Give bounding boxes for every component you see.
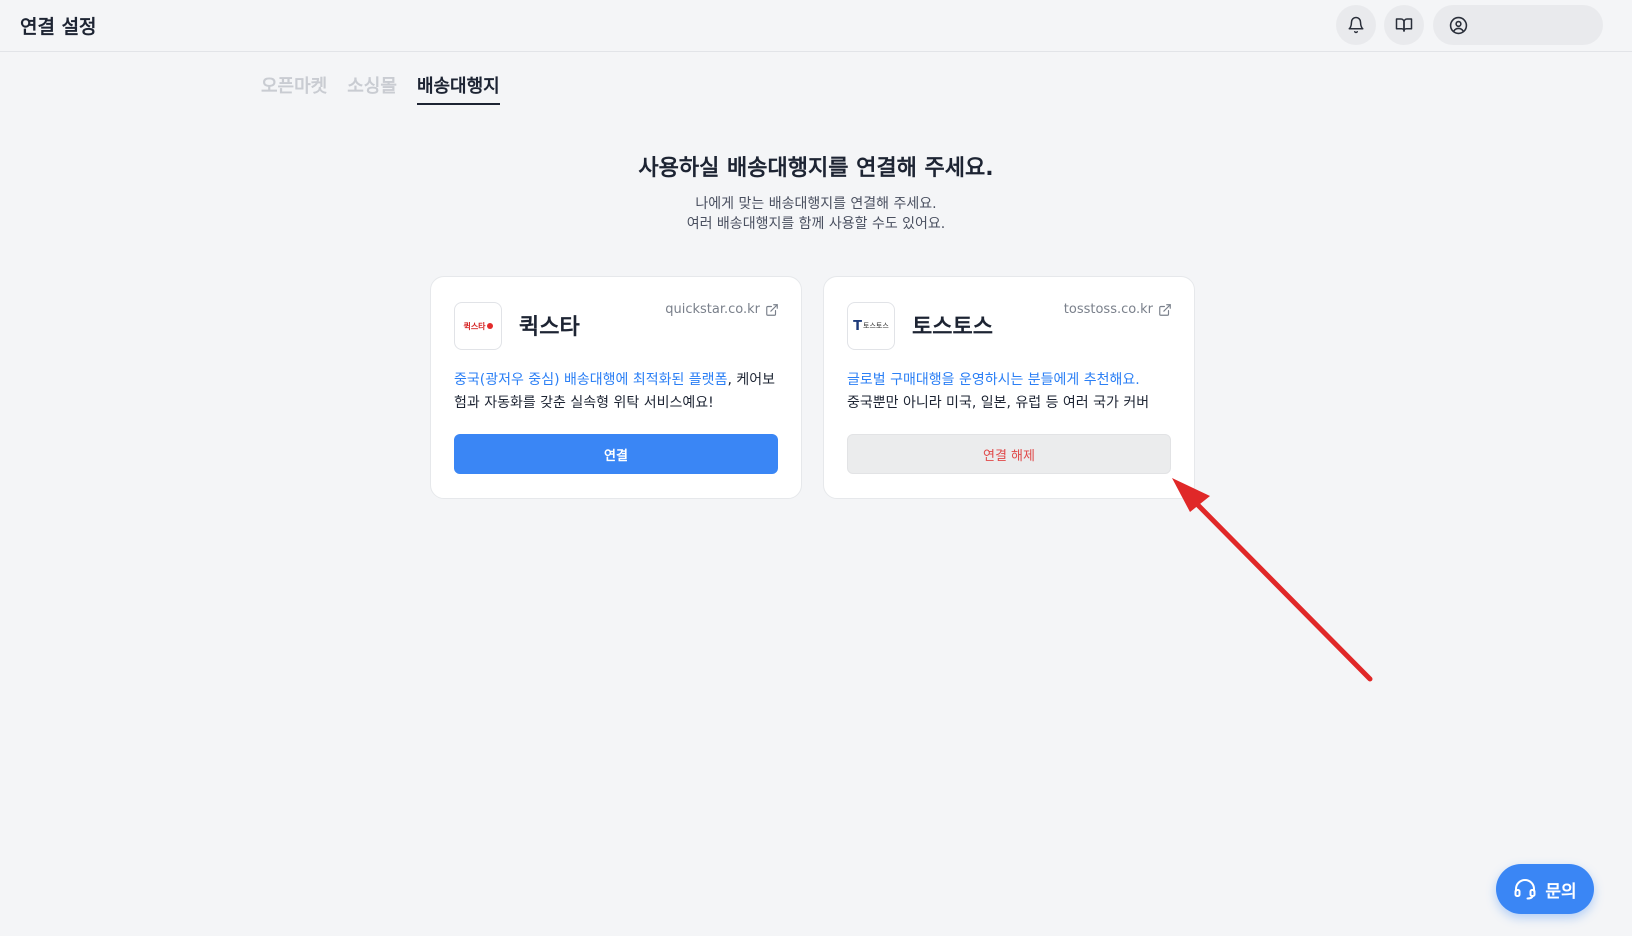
- headset-icon: [1514, 879, 1536, 900]
- notification-button[interactable]: [1336, 5, 1376, 45]
- description-highlight: 중국(광저우 중심) 배송대행에 최적화된 플랫폼: [454, 372, 728, 388]
- help-button-label: 문의: [1545, 881, 1577, 902]
- description-line-2: 여러 배송대행지를 함께 사용할 수도 있어요.: [686, 216, 946, 232]
- quickstar-logo-text: 퀵스타: [463, 321, 486, 331]
- description-highlight: 글로벌 구매대행을 운영하시는 분들에게 추천해요.: [847, 372, 1140, 388]
- tab-sourcing-mall[interactable]: 소싱몰: [347, 72, 397, 105]
- tosstoss-logo-text: 토스토스: [863, 322, 889, 330]
- external-link-icon: [766, 303, 778, 316]
- provider-url-text: tosstoss.co.kr: [1063, 302, 1153, 317]
- section-description: 나에게 맞는 배송대행지를 연결해 주세요. 여러 배송대행지를 함께 사용할 …: [0, 194, 1632, 234]
- bell-icon: [1348, 16, 1364, 34]
- provider-name: 토스토스: [912, 315, 993, 340]
- tab-open-market[interactable]: 오픈마켓: [261, 72, 327, 105]
- profile-menu-button[interactable]: [1433, 5, 1603, 45]
- page-title: 연결 설정: [20, 16, 97, 38]
- tab-shipping-agent[interactable]: 배송대행지: [416, 72, 500, 105]
- user-circle-icon: [1449, 16, 1468, 34]
- provider-description: 글로벌 구매대행을 운영하시는 분들에게 추천해요. 중국뿐만 아니라 미국, …: [847, 369, 1177, 415]
- provider-name: 퀵스타: [519, 315, 580, 340]
- annotation-arrow: [1172, 478, 1373, 682]
- top-bar: 연결 설정: [0, 0, 1632, 52]
- provider-url-text: quickstar.co.kr: [665, 302, 760, 317]
- logo-dot-icon: [486, 323, 493, 329]
- description-line-1: 나에게 맞는 배송대행지를 연결해 주세요.: [695, 196, 937, 212]
- provider-website-link[interactable]: tosstoss.co.kr: [1064, 302, 1172, 317]
- intro-section: 사용하실 배송대행지를 연결해 주세요. 나에게 맞는 배송대행지를 연결해 주…: [0, 150, 1632, 234]
- help-inquiry-button[interactable]: 문의: [1496, 864, 1594, 914]
- quickstar-logo: 퀵스타: [454, 302, 502, 350]
- description-rest: 중국뿐만 아니라 미국, 일본, 유럽 등 여러 국가 커버: [847, 395, 1150, 411]
- category-tabs: 오픈마켓 소싱몰 배송대행지: [261, 72, 500, 105]
- book-icon: [1395, 18, 1413, 32]
- provider-card-quickstar: 퀵스타 퀵스타 quickstar.co.kr 중국(광저우 중심) 배송대행에…: [430, 276, 802, 499]
- tosstoss-logo: T 토스토스: [847, 302, 895, 350]
- tosstoss-logo-mark: T: [853, 318, 863, 334]
- provider-description: 중국(광저우 중심) 배송대행에 최적화된 플랫폼, 케어보험과 자동화를 갖춘…: [454, 369, 784, 415]
- provider-website-link[interactable]: quickstar.co.kr: [665, 302, 779, 317]
- guide-button[interactable]: [1384, 5, 1424, 45]
- disconnect-button[interactable]: 연결 해제: [847, 434, 1171, 474]
- connect-button[interactable]: 연결: [454, 434, 778, 474]
- provider-card-tosstoss: T 토스토스 토스토스 tosstoss.co.kr 글로벌 구매대행을 운영하…: [823, 276, 1195, 499]
- section-title: 사용하실 배송대행지를 연결해 주세요.: [638, 156, 994, 181]
- external-link-icon: [1159, 303, 1171, 316]
